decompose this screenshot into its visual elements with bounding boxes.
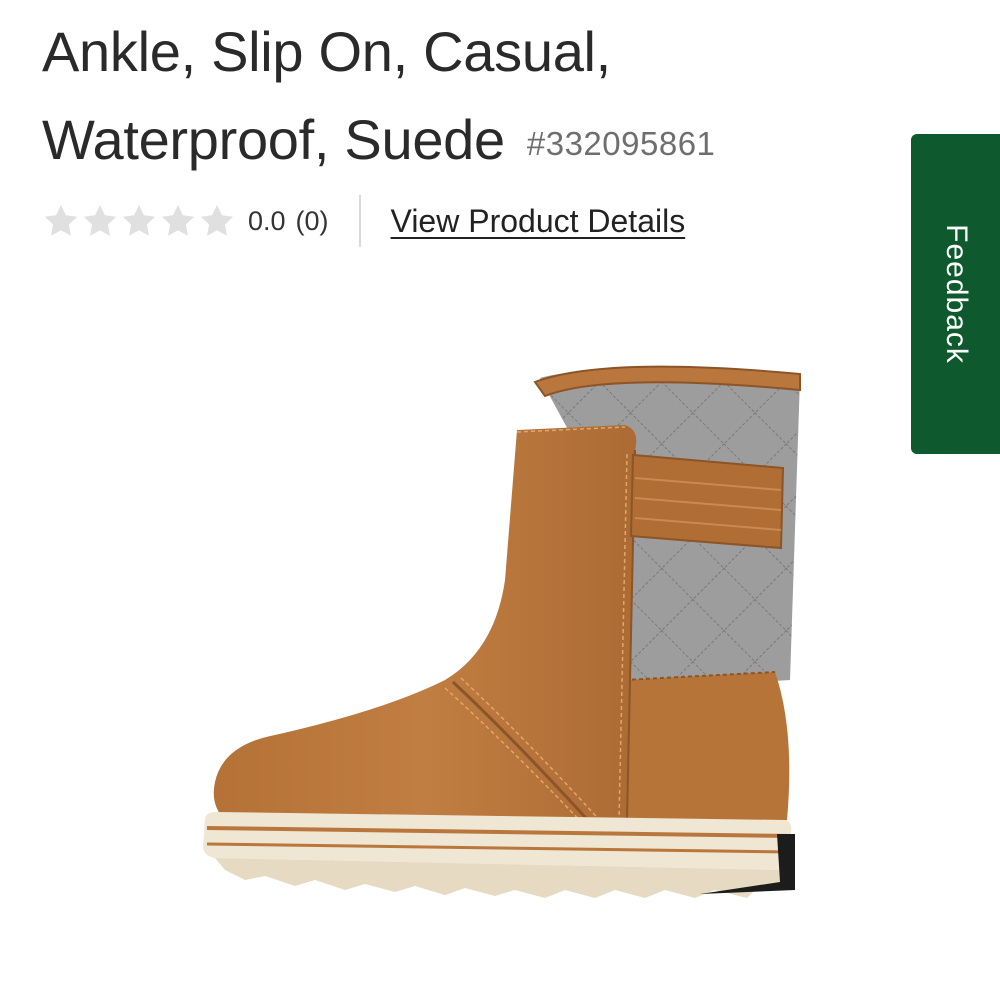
star-icon bbox=[200, 204, 234, 236]
product-title: Ankle, Slip On, Casual, Waterproof, Sued… bbox=[42, 8, 842, 188]
star-icon bbox=[122, 204, 156, 236]
star-icon bbox=[83, 204, 117, 236]
rating-count[interactable]: (0) bbox=[296, 206, 329, 237]
product-sku: #332095861 bbox=[526, 125, 716, 162]
feedback-tab[interactable]: Feedback bbox=[911, 134, 1000, 454]
product-image bbox=[203, 365, 801, 898]
rating-value: 0.0 bbox=[248, 205, 286, 236]
view-product-details-link[interactable]: View Product Details bbox=[391, 203, 686, 240]
feedback-label: Feedback bbox=[939, 224, 973, 364]
rating-divider bbox=[358, 195, 361, 247]
rating-stars bbox=[42, 202, 236, 240]
rating-row: 0.0 (0) View Product Details bbox=[42, 194, 685, 248]
star-icon bbox=[161, 204, 195, 236]
star-icon bbox=[44, 204, 78, 236]
product-page: Ankle, Slip On, Casual, Waterproof, Sued… bbox=[0, 0, 1000, 1000]
product-title-text: Ankle, Slip On, Casual, Waterproof, Sued… bbox=[42, 20, 611, 171]
